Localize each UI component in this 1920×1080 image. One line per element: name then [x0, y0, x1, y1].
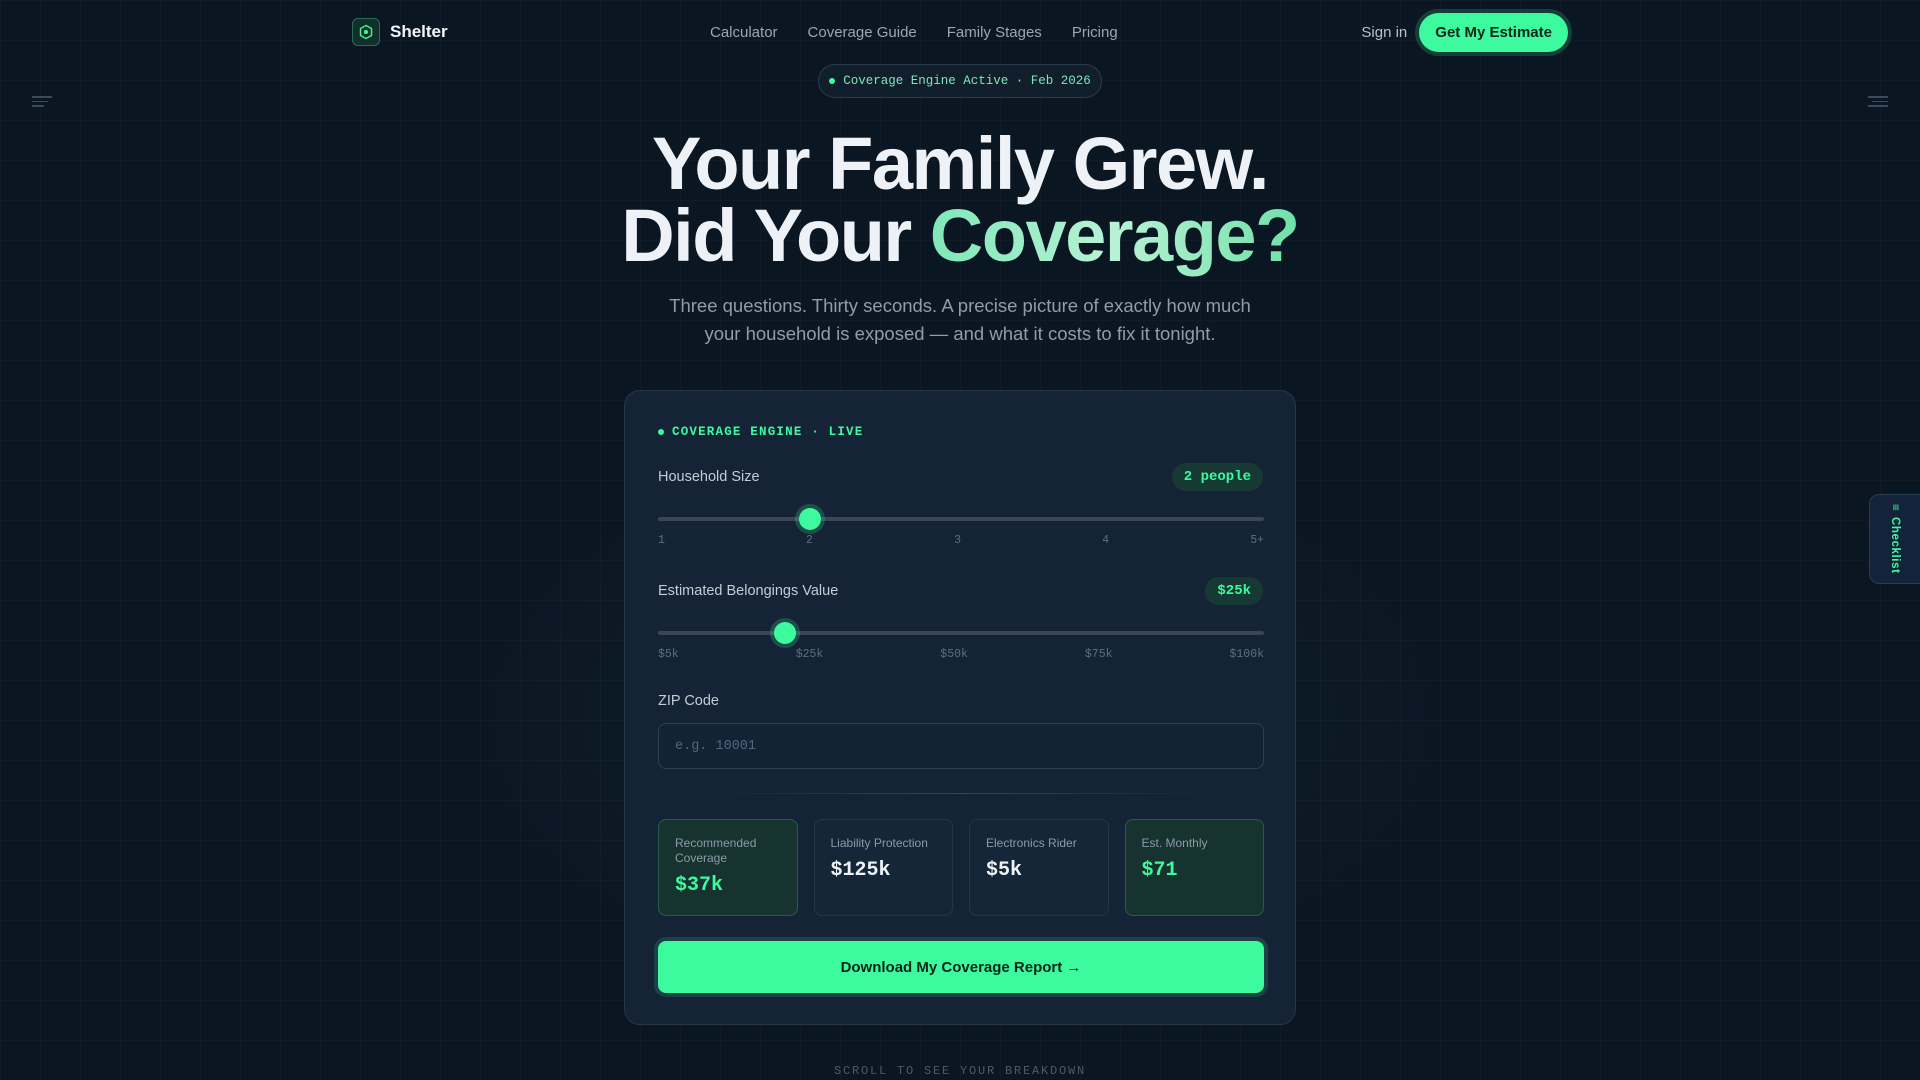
stat-label: Electronics Rider — [986, 836, 1077, 850]
hero-title-accent: Coverage? — [929, 194, 1300, 277]
nav-link-coverage-guide[interactable]: Coverage Guide — [808, 24, 917, 41]
belongings-tick: $5k — [658, 648, 679, 661]
checklist-tab-text: Checklist — [1889, 517, 1901, 574]
nav-link-family-stages[interactable]: Family Stages — [947, 24, 1042, 41]
stat-label: Est. Monthly — [1141, 836, 1208, 850]
stat-label: Liability Protection — [830, 836, 928, 850]
belongings-value-ticks: $5k $25k $50k $75k $100k — [658, 648, 1264, 661]
stat-est-monthly: Est. Monthly $71 — [1124, 819, 1264, 916]
hero-title-line1: Your Family Grew. — [651, 122, 1270, 205]
nav-links: Calculator Coverage Guide Family Stages … — [710, 24, 1118, 41]
engine-status-pill: Coverage Engine Active · Feb 2026 — [818, 64, 1102, 98]
scroll-hint: SCROLL TO SEE YOUR BREAKDOWN — [833, 1064, 1087, 1078]
coverage-stats: Recommended Coverage $37k Liability Prot… — [658, 819, 1264, 916]
belongings-tick: $100k — [1229, 648, 1264, 661]
brand-name: Shelter — [390, 22, 448, 41]
household-tick: 3 — [954, 534, 961, 547]
coverage-calculator-card: COVERAGE ENGINE · LIVE Household Size 2 … — [624, 390, 1296, 1025]
zip-code-input[interactable] — [658, 723, 1264, 769]
household-size-slider[interactable] — [658, 508, 1264, 530]
stat-recommended-coverage: Recommended Coverage $37k — [658, 819, 798, 916]
live-dot-icon — [658, 429, 664, 435]
right-menu-lines-icon — [1868, 96, 1888, 110]
stat-label: Recommended Coverage — [675, 836, 757, 865]
left-menu-lines-icon — [32, 96, 52, 110]
download-report-button[interactable]: Download My Coverage Report → — [658, 941, 1264, 993]
belongings-value-slider-thumb[interactable] — [774, 622, 797, 644]
stat-value: $71 — [1141, 859, 1178, 882]
hero-title-line2-plain: Did Your — [621, 194, 930, 277]
get-estimate-button[interactable]: Get My Estimate — [1419, 12, 1568, 52]
engine-live-text: COVERAGE ENGINE · LIVE — [672, 425, 864, 439]
engine-live-label: COVERAGE ENGINE · LIVE — [658, 425, 863, 439]
checklist-tab-label: ≡ Checklist — [1889, 504, 1901, 574]
household-tick: 4 — [1102, 534, 1110, 547]
checklist-side-tab[interactable]: ≡ Checklist — [1869, 494, 1920, 584]
shield-logo-icon — [352, 18, 380, 46]
belongings-tick: $25k — [795, 648, 824, 661]
section-divider — [705, 793, 1217, 794]
brand[interactable]: Shelter — [352, 18, 448, 46]
household-size-slider-thumb[interactable] — [798, 508, 821, 530]
belongings-value-label: Estimated Belongings Value — [658, 583, 839, 599]
stat-value: $37k — [675, 874, 724, 897]
list-icon: ≡ — [1889, 504, 1901, 512]
household-tick: 1 — [658, 534, 665, 547]
nav-link-calculator[interactable]: Calculator — [710, 24, 778, 41]
nav-actions: Sign in Get My Estimate — [1361, 12, 1568, 52]
top-nav: Shelter Calculator Coverage Guide Family… — [352, 0, 1568, 64]
household-tick: 5+ — [1250, 534, 1264, 547]
household-size-ticks: 1 2 3 4 5+ — [658, 534, 1264, 547]
nav-link-pricing[interactable]: Pricing — [1072, 24, 1118, 41]
stat-value: $5k — [986, 859, 1023, 882]
household-tick: 2 — [806, 534, 813, 547]
stat-liability-protection: Liability Protection $125k — [813, 819, 953, 916]
belongings-tick: $75k — [1084, 648, 1113, 661]
belongings-tick: $50k — [940, 648, 968, 661]
stat-electronics-rider: Electronics Rider $5k — [969, 819, 1109, 916]
engine-status-text: Coverage Engine Active · Feb 2026 — [843, 74, 1091, 88]
status-dot-icon — [829, 78, 836, 84]
hero-title: Your Family Grew. Did Your Coverage? — [0, 127, 1920, 273]
sign-in-link[interactable]: Sign in — [1361, 24, 1407, 41]
belongings-value-chip: $25k — [1205, 577, 1263, 605]
household-size-value-chip: 2 people — [1171, 463, 1263, 491]
household-size-label: Household Size — [658, 469, 760, 485]
hero-subtitle: Three questions. Thirty seconds. A preci… — [669, 295, 1251, 344]
zip-code-label: ZIP Code — [658, 693, 719, 709]
stat-value: $125k — [830, 859, 891, 882]
hero-title-line2: Did Your Coverage? — [621, 194, 1300, 277]
belongings-value-slider[interactable] — [658, 622, 1264, 644]
